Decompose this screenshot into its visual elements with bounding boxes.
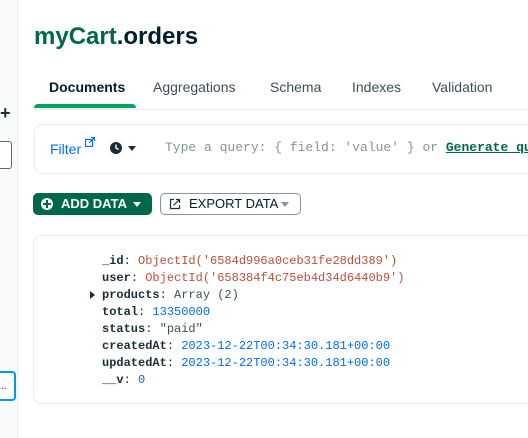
tab-documents[interactable]: Documents: [49, 79, 125, 95]
filter-label[interactable]: Filter: [50, 141, 81, 157]
document-field[interactable]: products: Array (2): [102, 287, 239, 304]
chevron-down-icon: [281, 202, 289, 207]
chevron-right-icon[interactable]: [90, 291, 95, 299]
document-field[interactable]: status: "paid": [102, 321, 203, 338]
tab-schema[interactable]: Schema: [270, 79, 321, 95]
active-tab-indicator: [34, 104, 136, 108]
query-placeholder: Type a query: { field: 'value' } or: [165, 140, 446, 155]
tab-validation[interactable]: Validation: [432, 79, 492, 95]
export-icon: [169, 198, 181, 210]
tab-indexes[interactable]: Indexes: [352, 79, 401, 95]
document-field[interactable]: user: ObjectId('658384f4c75eb4d34d6440b9…: [102, 270, 404, 287]
more-options-button[interactable]: ...: [0, 371, 16, 401]
add-data-button[interactable]: ADD DATA: [33, 193, 152, 215]
document-field[interactable]: createdAt: 2023-12-22T00:34:30.181+00:00: [102, 338, 390, 355]
collection-name: .orders: [116, 23, 199, 50]
add-data-label: ADD DATA: [61, 196, 127, 211]
generate-query-link[interactable]: Generate query: [446, 140, 528, 155]
ellipsis-icon: ...: [0, 377, 7, 392]
document-card[interactable]: _id: ObjectId('6584d996a0ceb31fe28dd389'…: [33, 235, 528, 404]
page-title: myCart.orders: [34, 22, 198, 52]
left-sidebar: + ...: [0, 0, 18, 438]
external-link-icon[interactable]: [85, 137, 95, 147]
plus-circle-icon: [41, 198, 53, 210]
query-filter-input[interactable]: Type a query: { field: 'value' } or Gene…: [165, 140, 528, 158]
query-bar: Filter Type a query: { field: 'value' } …: [34, 124, 528, 174]
tab-bar: Documents Aggregations Schema Indexes Va…: [34, 75, 528, 110]
plus-icon[interactable]: +: [0, 104, 11, 122]
clock-icon[interactable]: [110, 142, 122, 154]
export-data-label: EXPORT DATA: [189, 196, 279, 211]
document-field[interactable]: __v: 0: [102, 372, 145, 389]
export-data-button[interactable]: EXPORT DATA: [160, 193, 301, 215]
chevron-down-icon: [133, 202, 141, 207]
tab-aggregations[interactable]: Aggregations: [153, 79, 236, 95]
document-field[interactable]: total: 13350000: [102, 304, 210, 321]
document-field[interactable]: updatedAt: 2023-12-22T00:34:30.181+00:00: [102, 355, 390, 372]
chevron-down-icon[interactable]: [128, 146, 136, 151]
sidebar-input[interactable]: [0, 141, 12, 169]
database-name: myCart: [34, 23, 117, 50]
document-field[interactable]: _id: ObjectId('6584d996a0ceb31fe28dd389'…: [102, 253, 397, 270]
